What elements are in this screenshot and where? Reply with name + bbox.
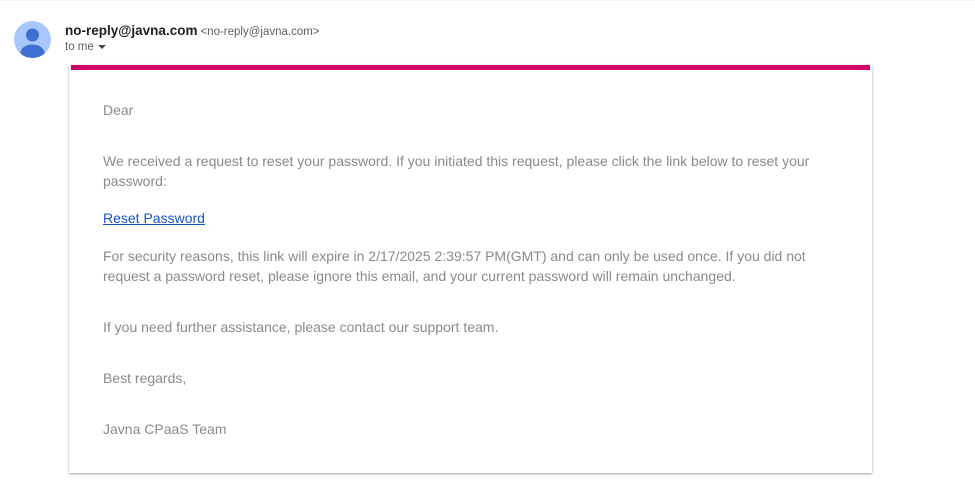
assistance-paragraph: If you need further assistance, please c… [103, 319, 499, 335]
recipient-details-toggle[interactable]: to me [65, 41, 106, 53]
greeting: Dear [103, 102, 134, 118]
caret-down-icon [97, 45, 106, 49]
reset-password-link[interactable]: Reset Password [103, 208, 205, 228]
brand-accent-bar [71, 65, 870, 70]
sender-name[interactable]: no-reply@javna.com [65, 23, 197, 38]
security-paragraph: For security reasons, this link will exp… [103, 248, 806, 284]
signature: Javna CPaaS Team [103, 421, 227, 437]
sender-avatar[interactable] [14, 21, 51, 58]
request-paragraph: We received a request to reset your pass… [103, 153, 810, 189]
message-body-card: Dear We received a request to reset your… [69, 65, 872, 473]
email-view: no-reply@javna.com <no-reply@javna.com> t… [0, 0, 975, 482]
sender-email: <no-reply@javna.com> [200, 26, 320, 38]
closing: Best regards, [103, 370, 187, 386]
recipient-label: to me [65, 41, 94, 53]
sender-line: no-reply@javna.com <no-reply@javna.com> [65, 22, 320, 40]
person-icon [20, 28, 45, 58]
